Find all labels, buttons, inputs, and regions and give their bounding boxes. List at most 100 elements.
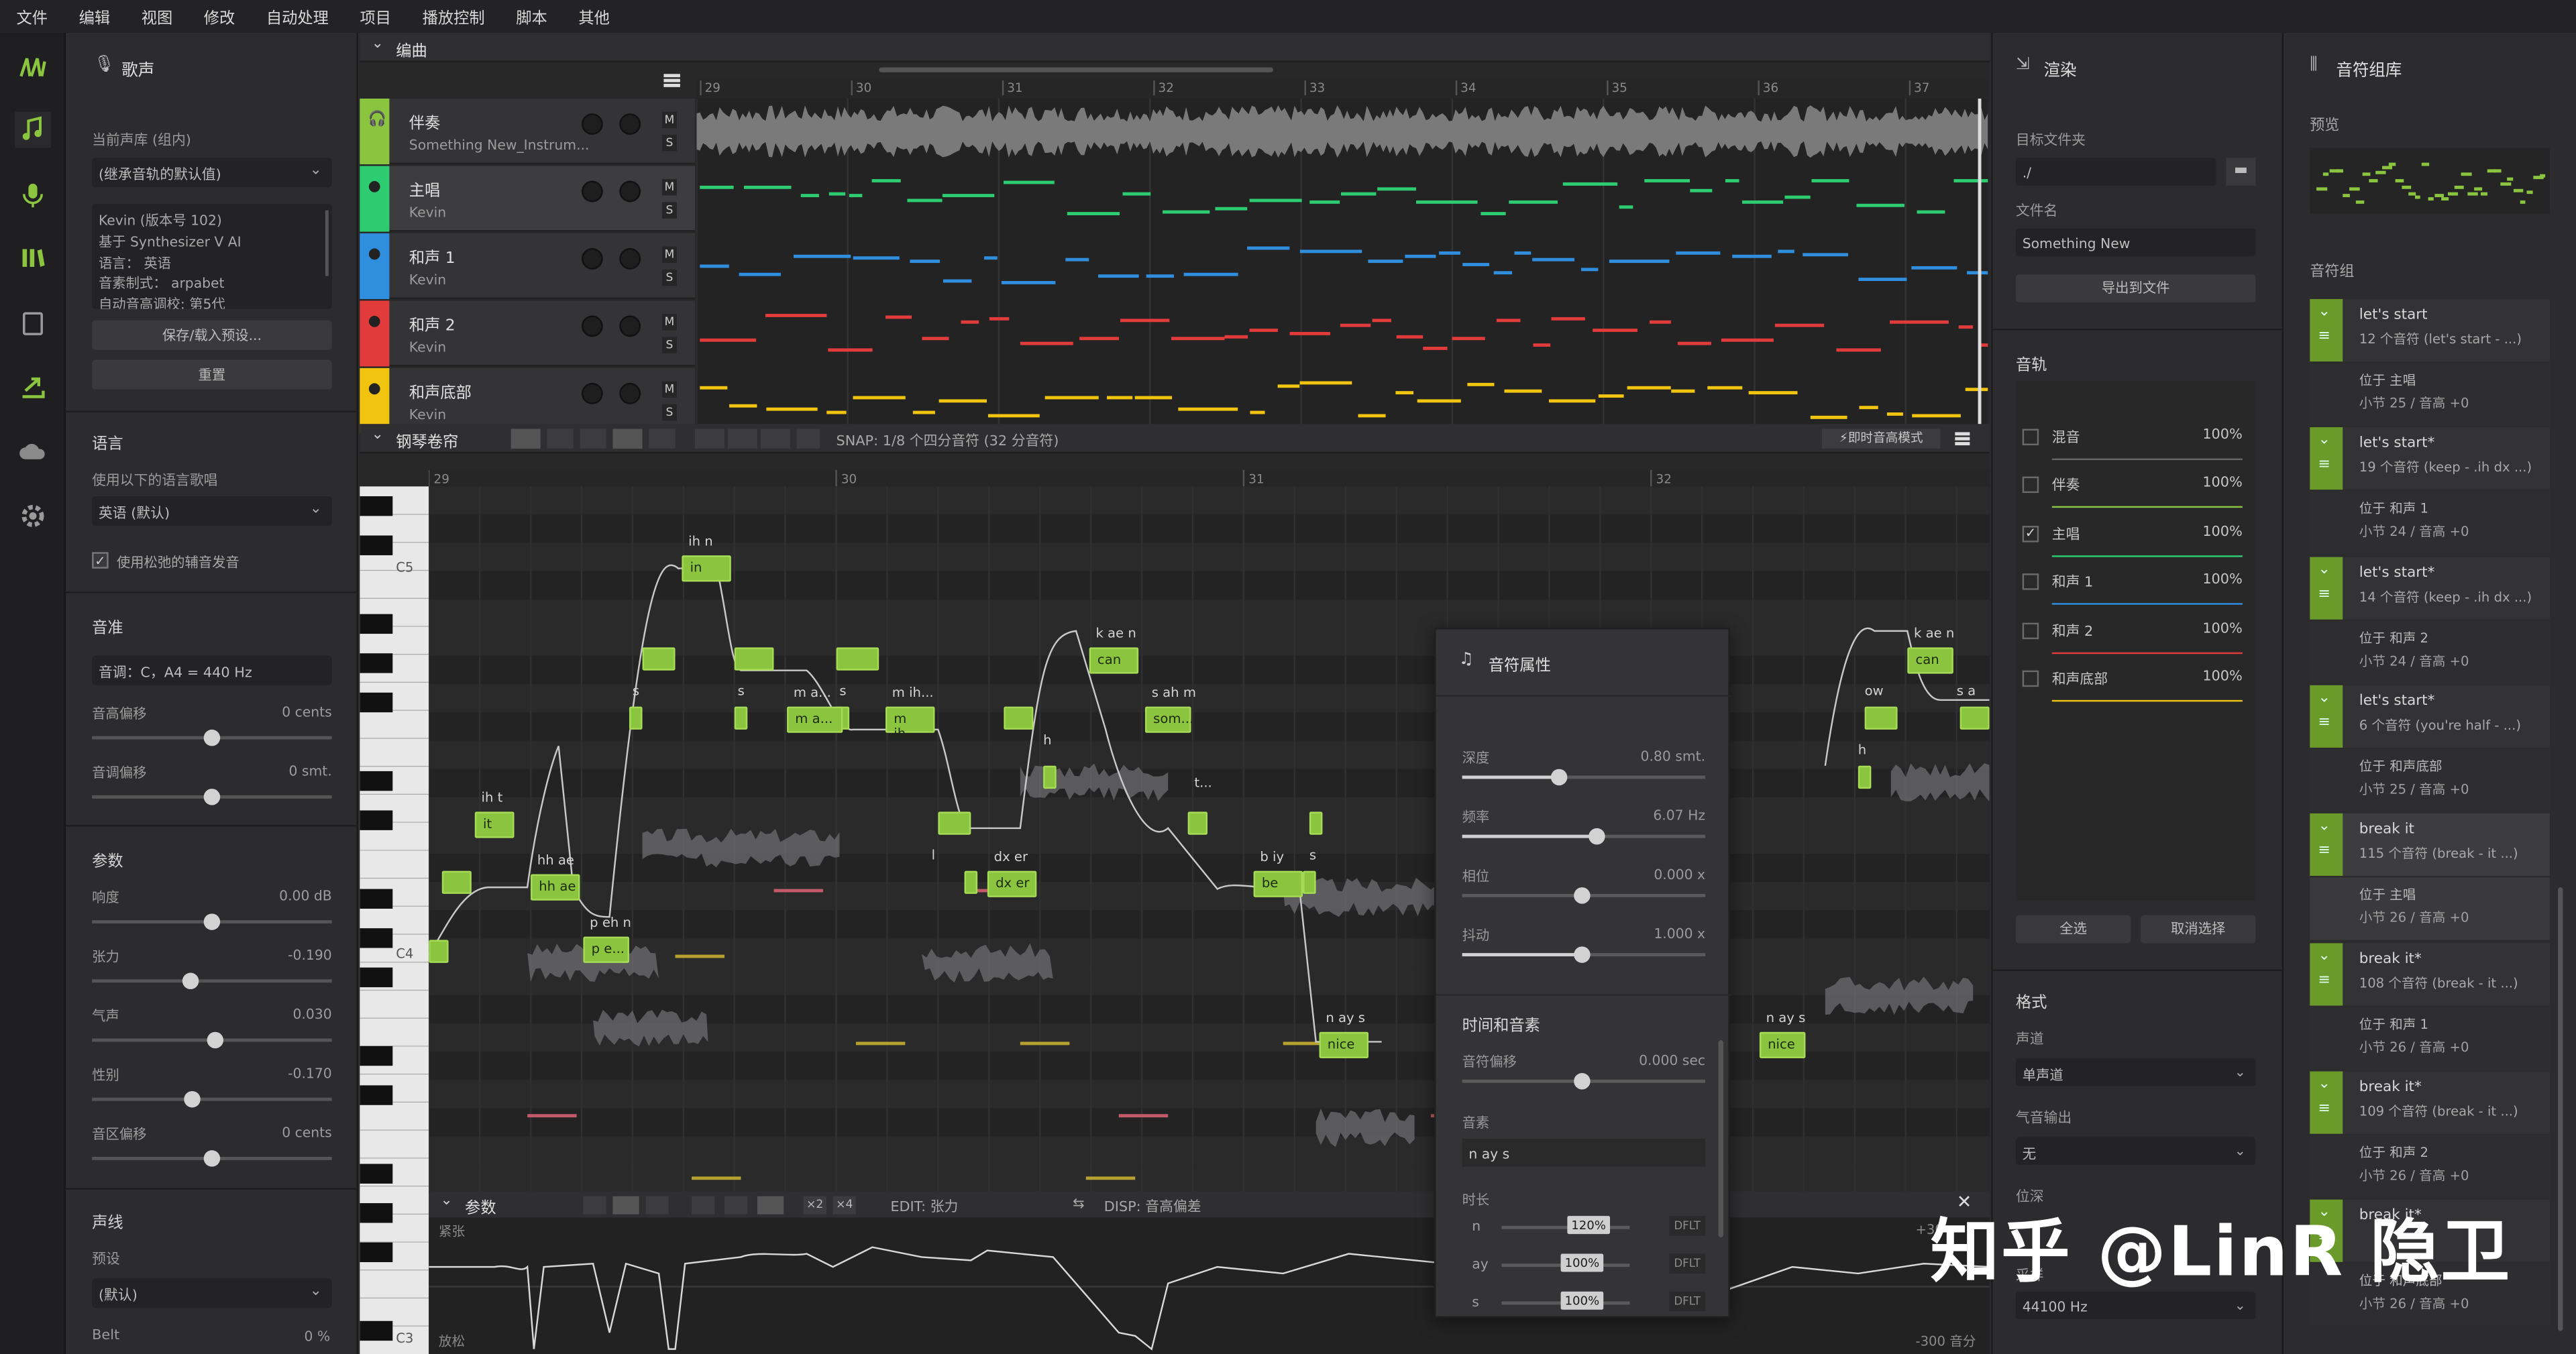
note-block[interactable] bbox=[1858, 765, 1872, 789]
drag-handle-icon[interactable]: ≡ bbox=[2318, 1101, 2330, 1117]
slider-knob[interactable] bbox=[1574, 946, 1591, 963]
volume-bar[interactable] bbox=[2051, 699, 2243, 702]
note-block[interactable] bbox=[734, 647, 774, 671]
vibrato-phase-slider[interactable]: 相位 0.000 x bbox=[1462, 866, 1706, 915]
folder-input[interactable]: ./ bbox=[2015, 158, 2216, 186]
breathiness-slider[interactable]: 气声 0.030 bbox=[92, 1006, 332, 1056]
deselect-button[interactable]: 取消选择 bbox=[2141, 915, 2256, 944]
volume-bar[interactable] bbox=[2051, 555, 2243, 557]
phoneme-input[interactable]: n ay s bbox=[1462, 1139, 1706, 1167]
curve-tool-icon[interactable] bbox=[649, 429, 676, 449]
drag-handle-icon[interactable]: ≡ bbox=[2318, 972, 2330, 989]
pan-knob[interactable] bbox=[619, 247, 641, 270]
loose-consonant-checkbox[interactable]: ✓ bbox=[92, 552, 109, 569]
note-block[interactable] bbox=[1309, 811, 1323, 835]
lyric-toggle-icon[interactable] bbox=[796, 429, 820, 449]
pen-tool-icon[interactable] bbox=[612, 1196, 639, 1215]
slider-knob[interactable] bbox=[203, 729, 221, 746]
note-block[interactable] bbox=[642, 647, 676, 671]
menu-file[interactable]: 文件 bbox=[16, 5, 48, 28]
duration-value[interactable]: 100% bbox=[1560, 1253, 1604, 1272]
smooth-tool-icon[interactable] bbox=[645, 1196, 669, 1215]
menu-project[interactable]: 项目 bbox=[360, 5, 392, 28]
vibrato-jitter-slider[interactable]: 抖动 1.000 x bbox=[1462, 925, 1706, 974]
render-track-item[interactable]: 和声底部 100% bbox=[2022, 665, 2243, 715]
realtime-pitch-button[interactable]: ⚡即时音高模式 bbox=[1821, 429, 1941, 449]
gender-slider[interactable]: 性别 -0.170 bbox=[92, 1065, 332, 1115]
piano-keys[interactable] bbox=[360, 486, 429, 1354]
collapse-icon[interactable]: ⌄ bbox=[371, 427, 383, 444]
note-offset-slider[interactable]: 音符偏移 0.000 sec bbox=[1462, 1052, 1706, 1101]
volume-bar[interactable] bbox=[2051, 458, 2243, 461]
note-block[interactable] bbox=[1864, 706, 1898, 730]
wave2-icon[interactable] bbox=[727, 429, 757, 449]
menu-auto[interactable]: 自动处理 bbox=[266, 5, 329, 28]
curve2-tool-icon[interactable] bbox=[724, 1196, 748, 1215]
menu-icon[interactable] bbox=[1955, 432, 1970, 446]
note-icon[interactable] bbox=[15, 111, 51, 148]
note-block[interactable]: can bbox=[1089, 647, 1139, 674]
volume-bar[interactable] bbox=[2051, 603, 2243, 606]
track-checkbox[interactable] bbox=[2022, 477, 2039, 494]
volume-bar[interactable] bbox=[2051, 506, 2243, 509]
note-block[interactable]: som... bbox=[1144, 706, 1193, 733]
note-block[interactable]: nice bbox=[1759, 1031, 1806, 1058]
menu-other[interactable]: 其他 bbox=[578, 5, 610, 28]
note-block[interactable] bbox=[1004, 706, 1034, 730]
zoom-x2-button[interactable]: ×2 bbox=[803, 1196, 826, 1215]
tuning-field[interactable]: 音调：C，A4 = 440 Hz bbox=[92, 655, 332, 685]
note-block[interactable] bbox=[1960, 706, 1990, 730]
track-checkbox[interactable]: ✓ bbox=[2022, 525, 2039, 543]
render-track-item[interactable]: 混音 100% bbox=[2022, 424, 2243, 473]
note-block[interactable] bbox=[429, 940, 449, 963]
wave3-icon[interactable] bbox=[760, 429, 790, 449]
wave-icon[interactable] bbox=[694, 429, 725, 449]
group-instance[interactable]: 位于 主唱 小节 26 / 音高 +0 bbox=[2310, 877, 2550, 940]
note-group-item[interactable]: ⌄ ≡ break it* 108 个音符 (break - it ...) bbox=[2310, 942, 2550, 1005]
group-toggle[interactable]: ⌄ ≡ bbox=[2310, 1071, 2343, 1134]
note-block[interactable] bbox=[734, 706, 748, 730]
note-block[interactable]: in bbox=[682, 555, 731, 582]
scrollbar[interactable] bbox=[325, 210, 329, 276]
track-checkbox[interactable] bbox=[2022, 429, 2039, 446]
drag-handle-icon[interactable]: ≡ bbox=[2318, 329, 2330, 345]
note-block[interactable]: can bbox=[1907, 647, 1953, 674]
track-header[interactable]: ● 和声 1 Kevin M S bbox=[360, 233, 695, 299]
microphone-icon[interactable] bbox=[15, 178, 51, 214]
gain-knob[interactable] bbox=[581, 247, 603, 270]
menu-edit[interactable]: 编辑 bbox=[79, 5, 111, 28]
note-block[interactable]: nice bbox=[1319, 1031, 1369, 1058]
mute-button[interactable]: M bbox=[661, 179, 677, 196]
solo-button[interactable]: S bbox=[661, 337, 677, 353]
track-checkbox[interactable] bbox=[2022, 622, 2039, 639]
note-block[interactable] bbox=[938, 811, 971, 835]
note-group-item[interactable]: ⌄ ≡ break it 115 个音符 (break - it ...) bbox=[2310, 813, 2550, 877]
gain-knob[interactable] bbox=[581, 180, 603, 203]
menu-script[interactable]: 脚本 bbox=[516, 5, 547, 28]
duration-row-s[interactable]: s 100% DFLT bbox=[1462, 1291, 1706, 1314]
mute-button[interactable]: M bbox=[661, 381, 677, 398]
group-toggle[interactable]: ⌄ ≡ bbox=[2310, 298, 2343, 362]
tone-shift-slider[interactable]: 音调偏移 0 smt. bbox=[92, 763, 332, 812]
render-track-item[interactable]: 和声 2 100% bbox=[2022, 617, 2243, 667]
select-tool-icon[interactable] bbox=[583, 1196, 606, 1215]
render-icon[interactable] bbox=[15, 370, 51, 406]
note-block[interactable] bbox=[1187, 811, 1208, 835]
group-toggle[interactable]: ⌄ ≡ bbox=[2310, 942, 2343, 1005]
group-instance[interactable]: 位于 和声 2 小节 26 / 音高 +0 bbox=[2310, 1135, 2550, 1198]
library-icon[interactable] bbox=[15, 240, 51, 276]
group-toggle[interactable]: ⌄ ≡ bbox=[2310, 813, 2343, 877]
breath-select[interactable]: 无 ⌄ bbox=[2015, 1137, 2256, 1166]
menu-playback[interactable]: 播放控制 bbox=[423, 5, 485, 28]
note-group-item[interactable]: ⌄ ≡ let's start* 19 个音符 (keep - .ih dx ..… bbox=[2310, 427, 2550, 490]
drag-handle-icon[interactable]: ≡ bbox=[2318, 586, 2330, 603]
curve3-tool-icon[interactable] bbox=[757, 1196, 784, 1215]
pan-knob[interactable] bbox=[619, 180, 641, 203]
note-block[interactable]: m ih... bbox=[885, 706, 935, 741]
note-block[interactable]: hh ae bbox=[531, 874, 580, 901]
drag-handle-icon[interactable]: ≡ bbox=[2318, 715, 2330, 732]
voice-db-select[interactable]: (继承音轨的默认值) ⌄ bbox=[92, 158, 332, 188]
mute-button[interactable]: M bbox=[661, 246, 677, 264]
pen-tool-icon[interactable] bbox=[547, 429, 574, 449]
pan-knob[interactable] bbox=[619, 113, 641, 135]
